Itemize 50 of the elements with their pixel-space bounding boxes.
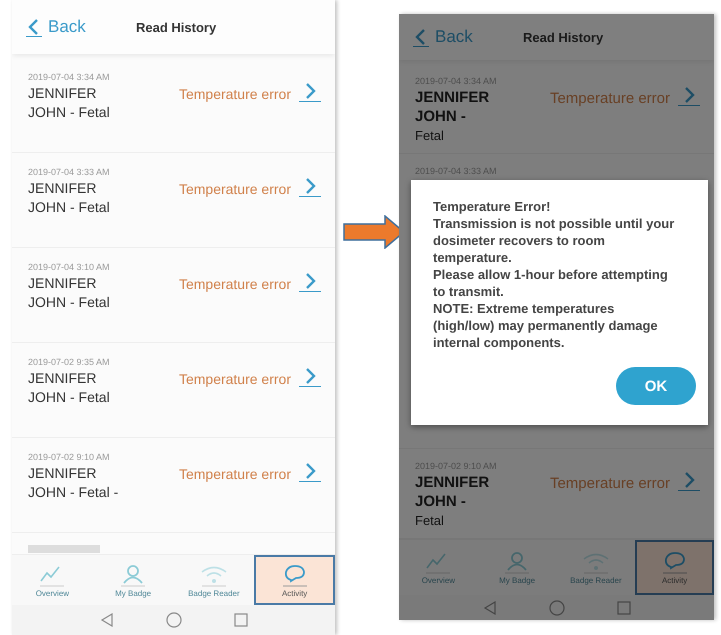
tab-item[interactable]: Activity: [254, 555, 335, 605]
person-name: JENNIFER: [415, 88, 490, 107]
read-status: Temperature error: [178, 276, 291, 292]
back-link[interactable]: Back: [26, 17, 136, 37]
person-name: JENNIFER: [28, 179, 98, 198]
person-name: JENNIFER: [415, 473, 490, 492]
read-row[interactable]: 2019-07-04 3:34 AM JENNIFER JOHN - Fetal Temperature error: [12, 58, 335, 153]
dialog-text: Temperature Error!: [433, 198, 552, 215]
person-name: JOHN - Fetal: [28, 103, 111, 122]
person-name: JOHN -: [415, 107, 467, 126]
read-row[interactable]: 2019-07-02 9:10 AM JENNIFER JOHN - Fetal - Temperature error: [12, 438, 335, 533]
read-status: Temperature error: [178, 466, 291, 482]
person-name: JOHN - Fetal: [28, 388, 111, 407]
dialog-text: NOTE: Extreme temperatures (high/low) may permanently damage internal components.: [433, 300, 659, 351]
read-status: Temperature error: [178, 181, 291, 197]
tab-item[interactable]: My Badge: [92, 555, 174, 605]
screen-title: Read History: [523, 30, 604, 44]
read-time: 2019-07-04 3:34 AM: [28, 72, 111, 82]
read-status: Temperature error: [550, 90, 670, 107]
person-name: JOHN -: [415, 492, 467, 511]
read-row[interactable]: 2019-07-02 9:35 AM JENNIFER JOHN - Fetal Temperature error: [12, 343, 335, 438]
person-name: JENNIFER: [28, 84, 98, 103]
read-status: Temperature error: [550, 475, 670, 492]
back-link[interactable]: Back: [413, 27, 523, 47]
read-status: Temperature error: [178, 86, 291, 102]
ok-button[interactable]: OK: [616, 367, 696, 405]
person-name: Fetal: [415, 127, 445, 145]
person-name: JENNIFER: [28, 369, 98, 388]
person-name: Fetal: [415, 512, 445, 530]
tab-item[interactable]: Badge Reader: [556, 540, 636, 595]
tab-item[interactable]: Activity: [635, 540, 714, 595]
read-time: 2019-07-02 9:10 AM: [28, 452, 111, 462]
person-name: JENNIFER: [28, 274, 98, 293]
person-name: JOHN - Fetal -: [28, 483, 120, 502]
tab-item[interactable]: Overview: [399, 540, 478, 595]
person-name: JENNIFER: [28, 464, 98, 483]
tab-item[interactable]: Badge Reader: [174, 555, 254, 605]
screen-title: Read History: [136, 20, 216, 34]
read-time: 2019-07-02 9:35 AM: [28, 357, 111, 367]
person-name: JOHN - Fetal: [28, 198, 111, 217]
read-row[interactable]: 2019-07-04 3:33 AM JENNIFER JOHN - Fetal Temperature error: [12, 153, 335, 248]
read-row[interactable]: 2019-07-04 3:10 AM JENNIFER JOHN - Fetal Temperature error: [12, 248, 335, 343]
person-name: JOHN - Fetal: [28, 293, 111, 312]
dialog-text: Please allow 1-hour before attempting to transmit.: [433, 266, 669, 300]
read-status: Temperature error: [178, 371, 291, 387]
tab-item[interactable]: My Badge: [478, 540, 556, 595]
tab-item[interactable]: Overview: [12, 555, 93, 605]
read-time: 2019-07-04 3:10 AM: [28, 262, 111, 272]
read-time: 2019-07-04 3:33 AM: [28, 167, 111, 177]
dialog-text: Transmission is not possible until your dosimeter recovers to room temperature.: [433, 215, 676, 266]
